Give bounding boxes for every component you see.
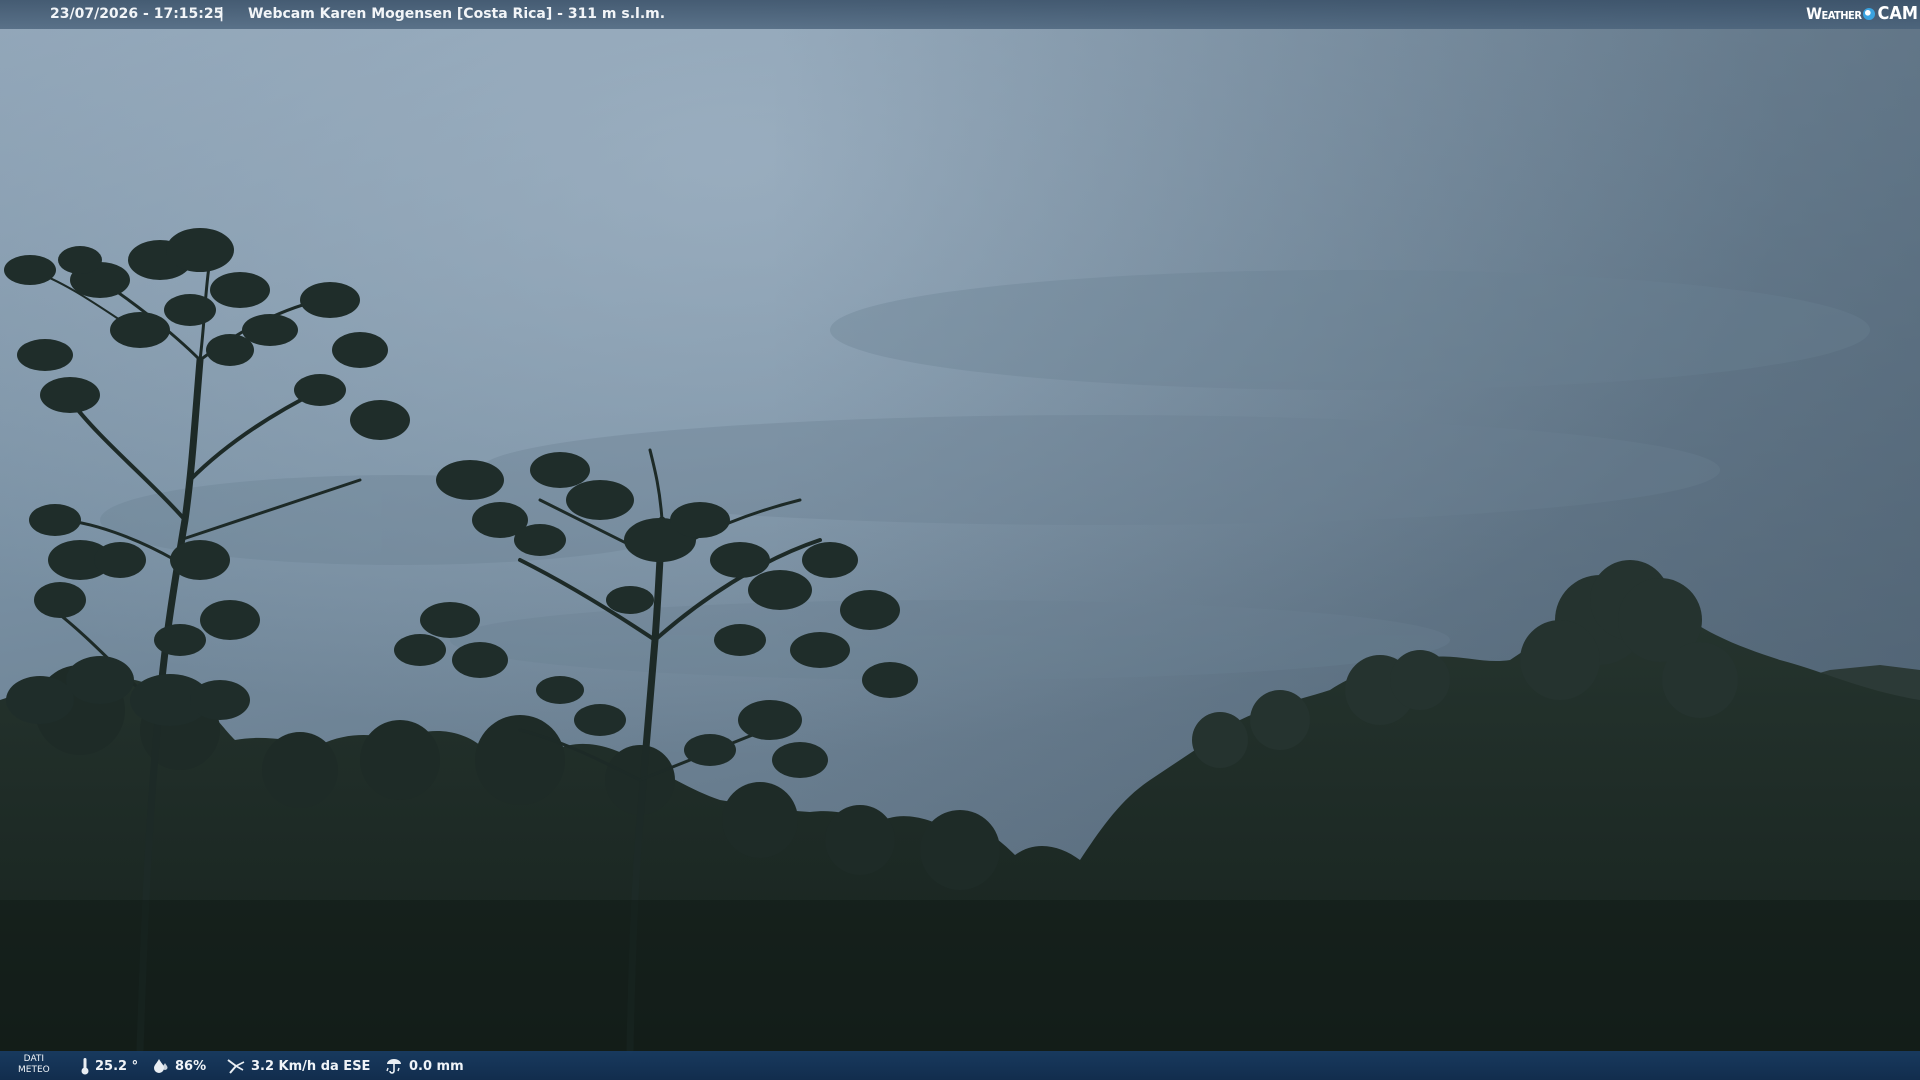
rain-gauge-icon [386, 1059, 401, 1074]
logo-cam-text: CAM [1877, 3, 1918, 24]
humidity-drop-icon [154, 1059, 168, 1073]
weather-data-bar: DATI METEO 25.2 ° 86% 3.2 Km/h da ESE 0.… [0, 1051, 1920, 1080]
weather-label-line2: METEO [18, 1065, 50, 1075]
logo-globe-icon [1863, 7, 1876, 20]
weathercam-logo: Weather CAM [1806, 3, 1918, 24]
thermometer-icon [81, 1058, 89, 1075]
wind-icon [227, 1059, 245, 1074]
temperature-metric: 25.2 ° [80, 1057, 138, 1075]
wind-metric: 3.2 Km/h da ESE [226, 1057, 370, 1075]
rain-metric: 0.0 mm [384, 1057, 464, 1075]
humidity-value: 86% [175, 1058, 207, 1074]
webcam-scene [0, 0, 1920, 1080]
rain-value: 0.0 mm [409, 1058, 464, 1074]
top-info-bar: 23/07/2026 - 17:15:25 | Webcam Karen Mog… [0, 0, 1920, 29]
humidity-metric: 86% [152, 1057, 206, 1075]
weather-label-line1: DATI [23, 1054, 45, 1064]
wind-value: 3.2 Km/h da ESE [251, 1058, 371, 1074]
webcam-frame: 23/07/2026 - 17:15:25 | Webcam Karen Mog… [0, 0, 1920, 1080]
weather-label: DATI METEO [18, 1054, 50, 1076]
title-separator: | [219, 6, 225, 22]
timestamp: 23/07/2026 - 17:15:25 [50, 6, 224, 22]
webcam-title: Webcam Karen Mogensen [Costa Rica] - 311… [248, 6, 666, 22]
logo-weather-text: Weather [1806, 4, 1862, 23]
temperature-value: 25.2 ° [95, 1058, 139, 1074]
